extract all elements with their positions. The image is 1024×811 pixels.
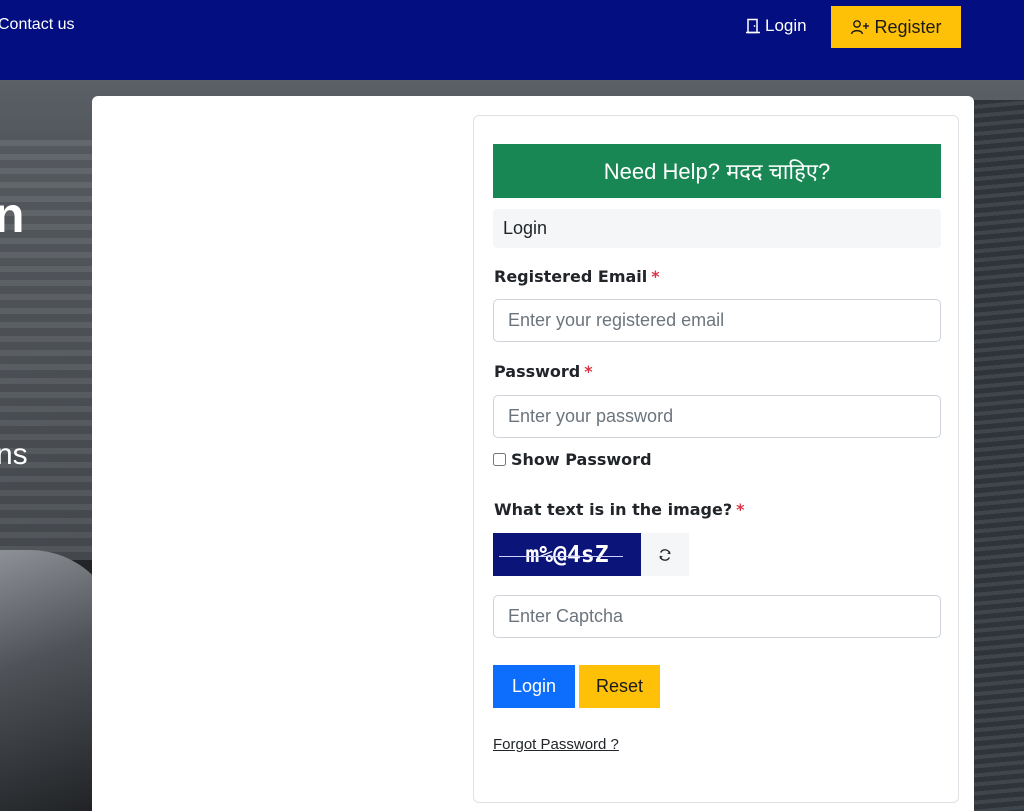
register-button-label: Register [874,16,942,37]
captcha-input[interactable] [493,595,941,638]
hero-subtitle-fragment: ns [0,438,28,471]
captcha-label-text: What text is in the image? [494,500,733,519]
nav-login-label: Login [765,16,807,35]
email-label-text: Registered Email [494,267,648,286]
login-heading: Login [493,209,941,248]
required-mark: * [584,362,593,381]
main-card: Need Help? मदद चाहिए? Login Registered E… [92,96,974,811]
door-icon [746,18,760,34]
show-password-checkbox[interactable] [493,453,506,466]
show-password-toggle[interactable]: Show Password [493,450,652,469]
captcha-image: m%@4sZ [493,533,641,576]
refresh-icon [659,548,671,561]
register-button[interactable]: Register [831,6,961,48]
sea-graphic [974,100,1024,811]
login-button[interactable]: Login [493,665,575,708]
need-help-banner[interactable]: Need Help? मदद चाहिए? [493,144,941,198]
login-panel: Need Help? मदद चाहिए? Login Registered E… [473,115,959,803]
email-label: Registered Email * [494,267,660,286]
add-user-icon [851,20,870,35]
nav-link-contact[interactable]: Contact us [0,16,74,34]
forgot-password-link[interactable]: Forgot Password ? [493,736,619,753]
show-password-label: Show Password [511,450,652,469]
password-label: Password * [494,362,593,381]
hero-title-fragment: n [0,187,25,243]
captcha-refresh-button[interactable] [641,533,689,576]
reset-button[interactable]: Reset [579,665,660,708]
password-field[interactable] [493,395,941,438]
required-mark: * [651,267,660,286]
email-field[interactable] [493,299,941,342]
captcha-label: What text is in the image? * [494,500,745,519]
nav-login-link[interactable]: Login [745,16,807,36]
top-navbar: Contact us Login Register [0,0,1024,80]
required-mark: * [736,500,745,519]
password-label-text: Password [494,362,581,381]
